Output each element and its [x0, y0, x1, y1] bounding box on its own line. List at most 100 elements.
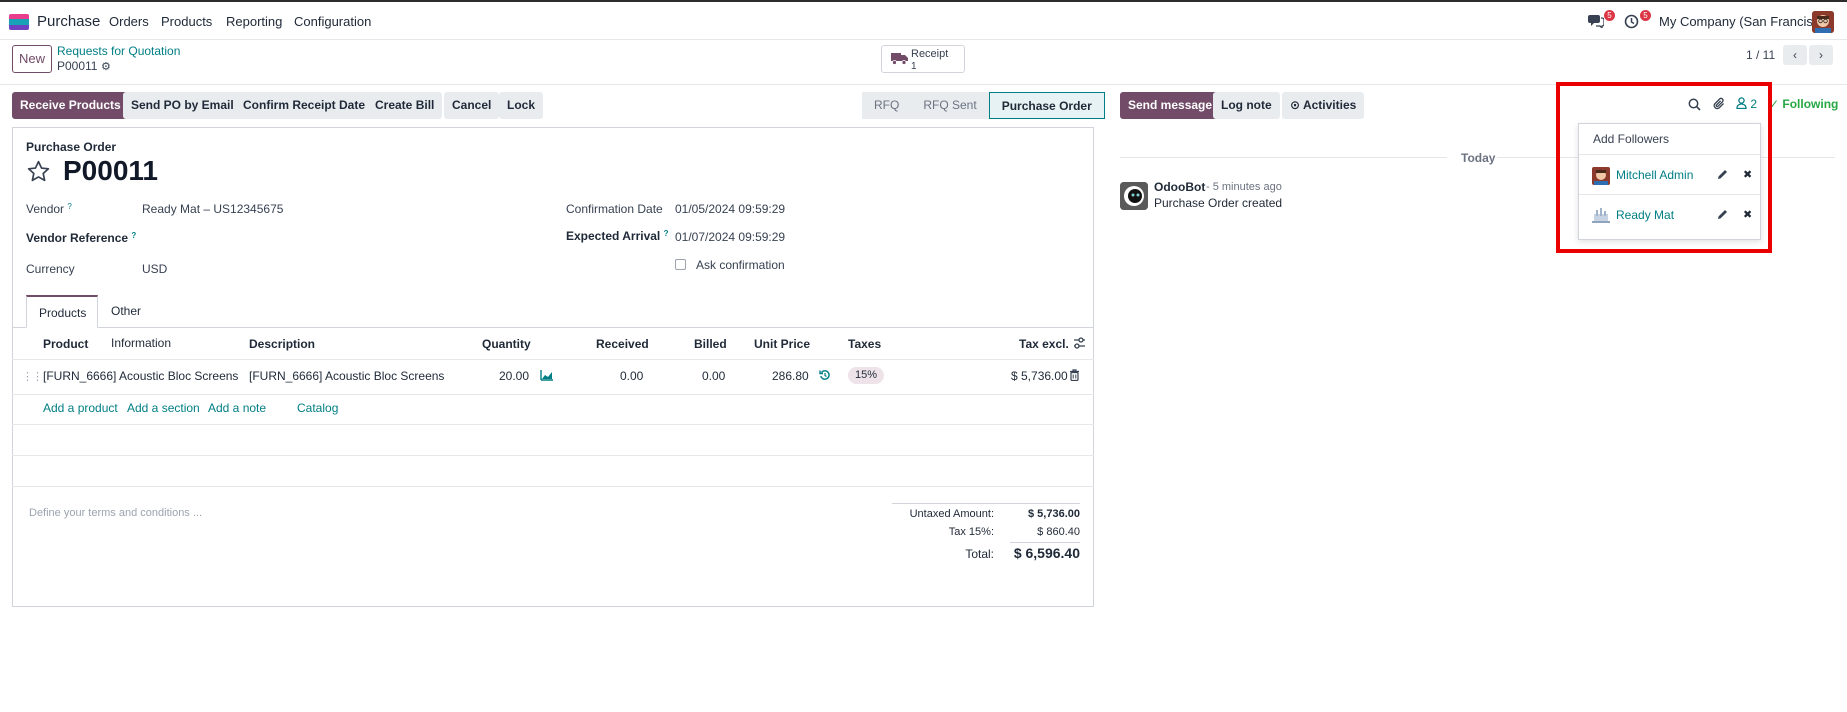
column-header-unit-price[interactable]: Unit Price: [754, 337, 810, 351]
row-divider: [12, 486, 1094, 487]
send-po-by-email-button[interactable]: Send PO by Email: [123, 92, 242, 119]
messages-icon[interactable]: 5: [1588, 10, 1615, 30]
activities-badge: 5: [1640, 10, 1651, 21]
column-header-received[interactable]: Received: [596, 337, 649, 351]
column-header-taxes[interactable]: Taxes: [848, 337, 881, 351]
status-rfq[interactable]: RFQ: [862, 92, 912, 119]
new-button[interactable]: New: [12, 45, 52, 73]
tax-label: Tax 15%:: [948, 526, 994, 538]
expected-arrival-label: Expected Arrival ?: [566, 229, 669, 243]
column-header-product[interactable]: Product: [43, 337, 88, 351]
cell-quantity[interactable]: 20.00: [499, 369, 529, 383]
vendor-reference-label-text: Vendor Reference: [26, 231, 129, 245]
cell-unit-price[interactable]: 286.80: [772, 369, 809, 383]
cell-received[interactable]: 0.00: [620, 369, 643, 383]
top-navbar: Purchase Orders Products Reporting Confi…: [0, 0, 1847, 40]
help-icon[interactable]: ?: [664, 229, 669, 238]
tax-value: $ 860.40: [1037, 526, 1080, 538]
pager-previous-button[interactable]: ‹: [1783, 45, 1807, 65]
total-label: Total:: [965, 547, 994, 561]
company-switcher[interactable]: My Company (San Francisco): [1659, 14, 1831, 29]
star-icon[interactable]: [26, 159, 51, 187]
total-value: $ 6,596.40: [1013, 545, 1080, 561]
gear-icon[interactable]: ⚙: [101, 60, 111, 73]
tab-products[interactable]: Products: [26, 295, 98, 328]
receive-products-button[interactable]: Receive Products: [12, 92, 129, 119]
help-icon[interactable]: ?: [131, 231, 136, 240]
total-divider: [1010, 542, 1080, 543]
breadcrumb-requests-for-quotation[interactable]: Requests for Quotation: [57, 44, 180, 58]
add-a-product-link[interactable]: Add a product: [43, 401, 118, 415]
annotation-highlight-box: [1556, 82, 1772, 253]
forecast-chart-icon[interactable]: [540, 369, 554, 384]
breadcrumb-current: P00011: [57, 59, 98, 73]
drag-handle-icon[interactable]: ⋮⋮: [22, 370, 43, 383]
tab-other-information[interactable]: Other Information: [99, 295, 183, 350]
odoobot-avatar[interactable]: [1120, 182, 1148, 210]
record-name[interactable]: P00011: [63, 155, 158, 187]
column-header-tax-excl[interactable]: Tax excl.: [1019, 337, 1069, 351]
receipt-count: 1: [911, 61, 917, 72]
truck-icon: [891, 52, 908, 68]
purchase-app-icon[interactable]: [9, 14, 29, 30]
app-name[interactable]: Purchase: [37, 13, 100, 30]
user-avatar[interactable]: [1812, 11, 1834, 33]
column-header-description[interactable]: Description: [249, 337, 315, 351]
catalog-link[interactable]: Catalog: [297, 401, 338, 415]
help-icon[interactable]: ?: [67, 202, 71, 211]
totals-divider: [892, 503, 1080, 504]
log-note-button[interactable]: Log note: [1213, 92, 1280, 119]
price-history-icon[interactable]: [819, 369, 831, 384]
vendor-field[interactable]: Ready Mat – US12345675: [142, 202, 283, 216]
cancel-button[interactable]: Cancel: [444, 92, 500, 119]
confirmation-date-label: Confirmation Date: [566, 202, 663, 216]
trash-icon[interactable]: [1069, 369, 1080, 384]
create-bill-button[interactable]: Create Bill: [367, 92, 443, 119]
receipt-label: Receipt: [911, 48, 949, 60]
date-divider-today: Today: [1461, 151, 1496, 165]
message-author[interactable]: OdooBot: [1154, 180, 1205, 194]
activities-button[interactable]: ⊙ Activities: [1282, 92, 1365, 119]
cell-product[interactable]: [FURN_6666] Acoustic Bloc Screens: [43, 369, 238, 383]
document-type-label: Purchase Order: [26, 140, 117, 154]
following-button[interactable]: ✓ Following: [1769, 97, 1838, 111]
pager-value[interactable]: 1 / 11: [1746, 48, 1775, 62]
vendor-reference-field[interactable]: [142, 226, 542, 246]
ask-confirmation-checkbox[interactable]: [675, 259, 686, 270]
activities-button-label: Activities: [1302, 98, 1357, 112]
row-divider: [12, 455, 1094, 456]
messages-badge: 5: [1604, 10, 1615, 21]
column-header-quantity[interactable]: Quantity: [482, 337, 531, 351]
status-bar: RFQ RFQ Sent Purchase Order: [862, 92, 1105, 119]
tax-badge[interactable]: 15%: [848, 367, 885, 384]
untaxed-amount-value: $ 5,736.00: [1028, 508, 1080, 520]
cell-billed[interactable]: 0.00: [702, 369, 725, 383]
confirm-receipt-date-button[interactable]: Confirm Receipt Date: [235, 92, 374, 119]
vendor-label-text: Vendor: [26, 202, 65, 216]
currency-field[interactable]: USD: [142, 262, 167, 276]
cell-subtotal: $ 5,736.00: [1011, 369, 1068, 383]
vendor-label: Vendor ?: [26, 202, 72, 216]
menu-reporting[interactable]: Reporting: [226, 14, 282, 29]
row-divider: [12, 424, 1094, 425]
cell-description[interactable]: [FURN_6666] Acoustic Bloc Screens: [249, 369, 444, 383]
row-divider: [12, 394, 1094, 395]
menu-orders[interactable]: Orders: [109, 14, 149, 29]
terms-and-conditions-field[interactable]: Define your terms and conditions ...: [29, 507, 202, 519]
confirmation-date-field[interactable]: 01/05/2024 09:59:29: [675, 202, 785, 216]
add-a-note-link[interactable]: Add a note: [208, 401, 266, 415]
send-message-button[interactable]: Send message: [1120, 92, 1221, 119]
add-a-section-link[interactable]: Add a section: [127, 401, 200, 415]
optional-columns-icon[interactable]: [1073, 337, 1086, 352]
column-header-billed[interactable]: Billed: [694, 337, 727, 351]
receipt-smart-button[interactable]: Receipt 1: [881, 45, 965, 73]
menu-products[interactable]: Products: [161, 14, 212, 29]
untaxed-amount-label: Untaxed Amount:: [909, 508, 994, 520]
expected-arrival-field[interactable]: 01/07/2024 09:59:29: [675, 230, 785, 244]
pager-next-button[interactable]: ›: [1809, 45, 1833, 65]
lock-button[interactable]: Lock: [499, 92, 544, 119]
status-purchase-order[interactable]: Purchase Order: [988, 92, 1105, 119]
menu-configuration[interactable]: Configuration: [294, 14, 371, 29]
activities-icon[interactable]: 5: [1624, 10, 1651, 30]
status-rfq-sent[interactable]: RFQ Sent: [911, 92, 989, 119]
